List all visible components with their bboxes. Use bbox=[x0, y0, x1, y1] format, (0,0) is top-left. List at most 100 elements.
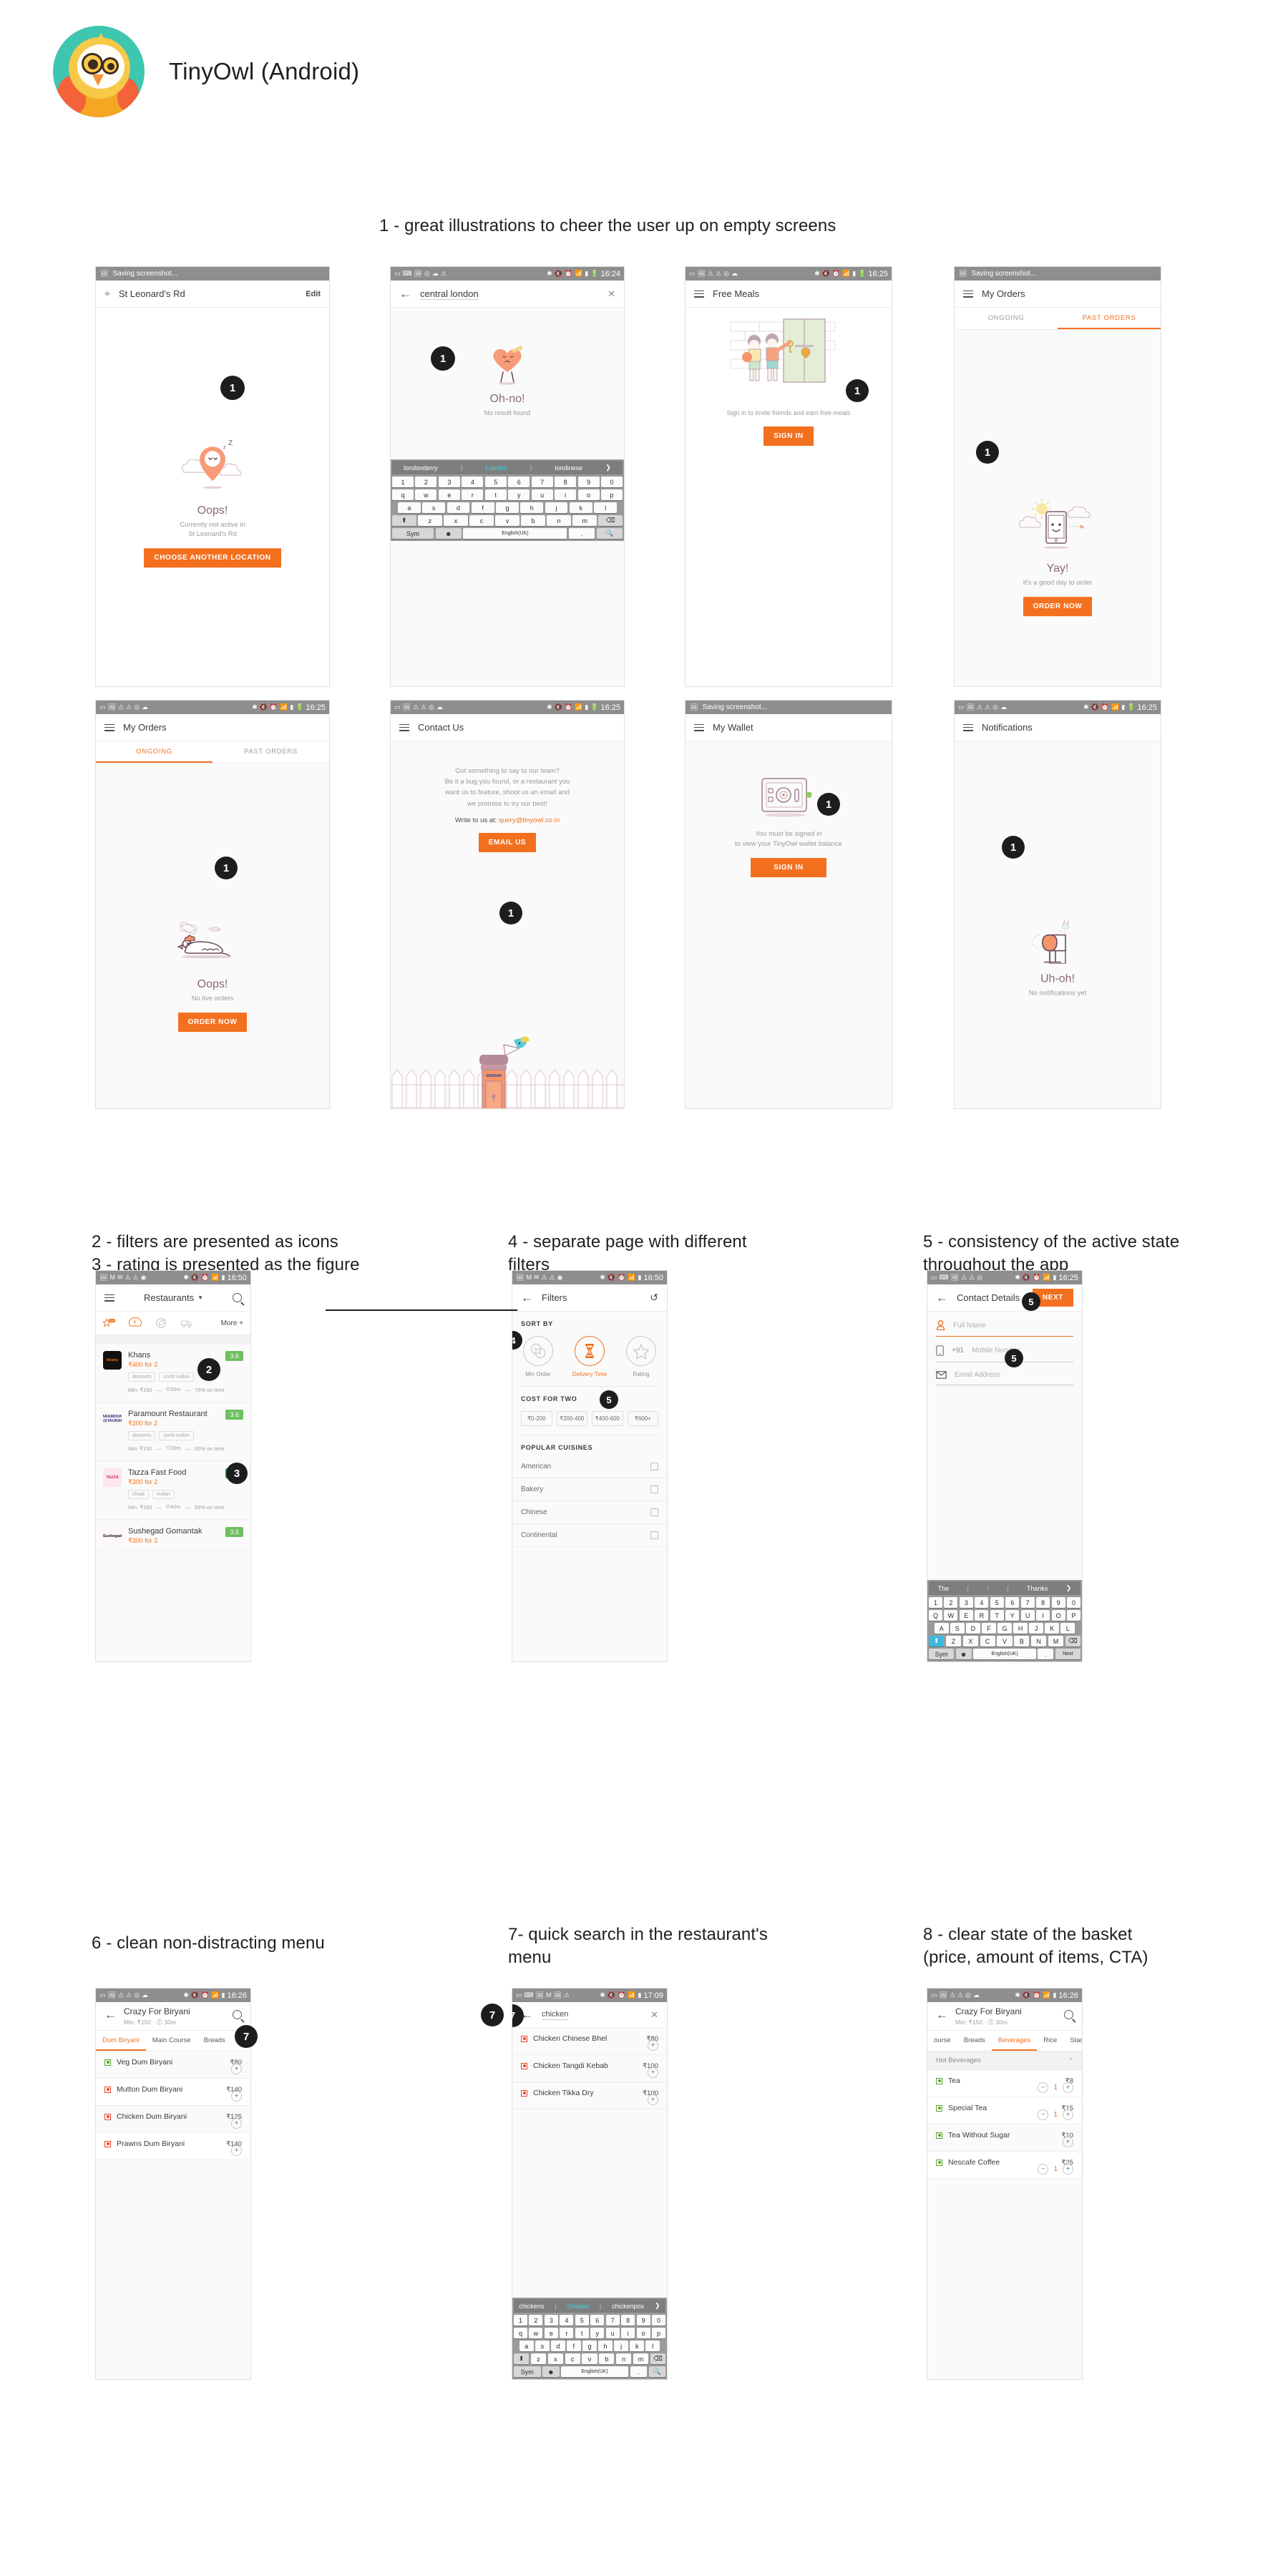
key[interactable]: q bbox=[513, 2328, 527, 2338]
plus-icon[interactable]: + bbox=[231, 2091, 242, 2102]
orders-tabs[interactable]: ONGOING PAST ORDERS bbox=[955, 308, 1161, 330]
keyboard[interactable]: londonderry | London | londinese ❯ 1 2 3… bbox=[391, 459, 624, 541]
key[interactable]: s bbox=[422, 502, 446, 513]
key[interactable]: v bbox=[582, 2353, 597, 2364]
key[interactable]: B bbox=[1014, 1636, 1030, 1646]
period-key[interactable]: . bbox=[630, 2366, 647, 2377]
close-icon[interactable]: ✕ bbox=[650, 2009, 658, 2021]
suggestion-strip[interactable]: londonderry | London | londinese ❯ bbox=[392, 461, 623, 474]
back-icon[interactable]: ← bbox=[104, 2009, 117, 2021]
key[interactable]: F bbox=[982, 1623, 996, 1634]
hamburger-menu-icon[interactable] bbox=[694, 723, 704, 731]
hamburger-menu-icon[interactable] bbox=[963, 290, 973, 298]
close-icon[interactable]: ✕ bbox=[608, 288, 615, 300]
list-item[interactable]: Bakery bbox=[512, 1478, 667, 1501]
edit-button[interactable]: Edit bbox=[306, 290, 321, 298]
list-item[interactable]: Continental bbox=[512, 1524, 667, 1547]
key[interactable]: J bbox=[1029, 1623, 1043, 1634]
screen-title[interactable]: Restaurants bbox=[144, 1292, 194, 1303]
choose-another-location-button[interactable]: CHOOSE ANOTHER LOCATION bbox=[144, 548, 281, 568]
key[interactable]: 1 bbox=[513, 2315, 527, 2326]
back-icon[interactable]: ← bbox=[936, 2009, 948, 2021]
key[interactable]: I bbox=[1036, 1610, 1050, 1621]
suggestion-more-icon[interactable]: ❯ bbox=[655, 2302, 660, 2310]
key[interactable]: Y bbox=[1005, 1610, 1020, 1621]
add-item-stepper[interactable]: + bbox=[231, 2118, 242, 2129]
keyboard[interactable]: The | I | Thanks ❯ 1 2 3 4 5 6 7 8 9 0 Q… bbox=[927, 1580, 1082, 1662]
back-icon[interactable]: ← bbox=[521, 1292, 533, 1304]
sign-in-button[interactable]: SIGN IN bbox=[763, 426, 814, 447]
sym-key[interactable]: Sym bbox=[514, 2366, 541, 2377]
plus-icon[interactable]: + bbox=[648, 2040, 658, 2051]
key[interactable]: 6 bbox=[508, 477, 530, 487]
veg-filter-icon[interactable] bbox=[155, 1317, 167, 1329]
hamburger-menu-icon[interactable] bbox=[104, 1294, 114, 1302]
chevron-down-icon[interactable]: ▼ bbox=[197, 1294, 203, 1301]
backspace-key-icon[interactable]: ⌫ bbox=[598, 515, 623, 526]
key[interactable]: d bbox=[447, 502, 470, 513]
list-item[interactable]: Prawns Dum Biryani ₹140 + bbox=[96, 2133, 250, 2160]
tab-ongoing[interactable]: ONGOING bbox=[955, 308, 1058, 329]
key[interactable]: a bbox=[397, 502, 421, 513]
key[interactable]: 0 bbox=[1067, 1597, 1081, 1608]
hamburger-menu-icon[interactable] bbox=[694, 290, 704, 298]
key[interactable]: g bbox=[582, 2341, 597, 2351]
keyboard-row-3[interactable]: ⬆ z x c v b n m ⌫ bbox=[514, 2353, 665, 2364]
key[interactable]: f bbox=[567, 2341, 581, 2351]
key[interactable]: m bbox=[572, 515, 597, 526]
tab-past-orders[interactable]: PAST ORDERS bbox=[1058, 308, 1161, 329]
keyboard-row-4[interactable]: Sym ☻ English(UK) . Next bbox=[929, 1649, 1080, 1659]
key[interactable]: 2 bbox=[529, 2315, 543, 2326]
cuisine-checkbox[interactable] bbox=[650, 1485, 658, 1493]
key[interactable]: 7 bbox=[531, 477, 553, 487]
key[interactable]: 4 bbox=[975, 1597, 989, 1608]
key[interactable]: x bbox=[547, 2353, 563, 2364]
suggestion-1[interactable]: chicken bbox=[567, 2303, 590, 2310]
cost-chip[interactable]: ₹400-600 bbox=[592, 1411, 623, 1426]
plus-icon[interactable]: + bbox=[648, 2094, 658, 2105]
quantity-stepper[interactable]: − 1 + bbox=[1038, 2164, 1073, 2175]
keyboard-row-3[interactable]: ⬆ Z X C V B N M ⌫ bbox=[929, 1636, 1080, 1646]
key[interactable]: 7 bbox=[1020, 1597, 1035, 1608]
suggestion-2[interactable]: londinese bbox=[555, 464, 582, 472]
key[interactable]: w bbox=[529, 2328, 543, 2338]
key[interactable]: a bbox=[519, 2341, 534, 2351]
key[interactable]: H bbox=[1013, 1623, 1028, 1634]
suggestion-1[interactable]: London bbox=[486, 464, 507, 472]
orders-tabs[interactable]: ONGOING PAST ORDERS bbox=[96, 741, 329, 763]
keyboard-row-2[interactable]: A S D F G H J K L bbox=[929, 1623, 1080, 1634]
key[interactable]: t bbox=[484, 489, 507, 500]
keyboard-row-numbers[interactable]: 1 2 3 4 5 6 7 8 9 0 bbox=[513, 2315, 666, 2326]
list-item[interactable]: Nescafe Coffee ₹25 − 1 + bbox=[927, 2152, 1082, 2179]
key[interactable]: f bbox=[471, 502, 494, 513]
tab-dum-biryani[interactable]: Dum Biryani bbox=[96, 2031, 146, 2051]
table-row[interactable]: Sushegad Sushegad Gomantak ₹300 for 2 3.… bbox=[96, 1520, 250, 1551]
list-item[interactable]: Chinese bbox=[512, 1501, 667, 1524]
space-key[interactable]: English(UK) bbox=[463, 528, 567, 539]
key[interactable]: y bbox=[590, 2328, 605, 2338]
menu-category-tabs[interactable]: ourse Breads Beverages Rice Starters bbox=[927, 2031, 1082, 2051]
period-key[interactable]: . bbox=[1038, 1649, 1054, 1659]
key[interactable]: 7 bbox=[605, 2315, 620, 2326]
key[interactable]: s bbox=[535, 2341, 550, 2351]
key[interactable]: 4 bbox=[560, 2315, 574, 2326]
list-item[interactable]: Special Tea ₹15 − 1 + bbox=[927, 2097, 1082, 2124]
suggestion-0[interactable]: chickens bbox=[519, 2303, 544, 2310]
space-key[interactable]: English(UK) bbox=[973, 1649, 1036, 1659]
suggestion-strip[interactable]: chickens | chicken | chickenpox ❯ bbox=[514, 2299, 665, 2313]
plus-icon[interactable]: + bbox=[648, 2067, 658, 2078]
key[interactable]: W bbox=[944, 1610, 958, 1621]
key[interactable]: g bbox=[496, 502, 519, 513]
key[interactable]: 1 bbox=[928, 1597, 942, 1608]
emoji-key-icon[interactable]: ☻ bbox=[435, 528, 462, 539]
key[interactable]: z bbox=[418, 515, 442, 526]
keyboard-row-1[interactable]: q w e r t y u i o p bbox=[513, 2328, 666, 2338]
backspace-key-icon[interactable]: ⌫ bbox=[1065, 1636, 1080, 1646]
key[interactable]: O bbox=[1051, 1610, 1065, 1621]
key[interactable]: 8 bbox=[1036, 1597, 1050, 1608]
key[interactable]: x bbox=[444, 515, 468, 526]
add-item-stepper[interactable]: + bbox=[1063, 2137, 1073, 2147]
list-item[interactable]: Chicken Tikka Dry ₹100 + bbox=[512, 2082, 667, 2109]
sort-options[interactable]: ₹ ₹ Min Order Delivery Time Rating bbox=[512, 1332, 667, 1386]
search-icon[interactable] bbox=[233, 2010, 242, 2019]
